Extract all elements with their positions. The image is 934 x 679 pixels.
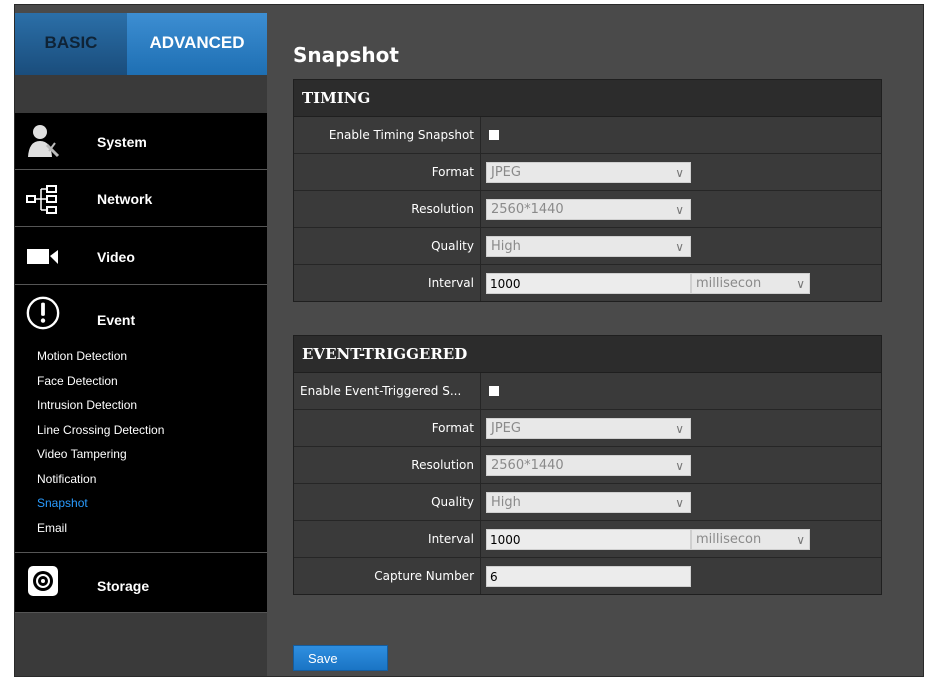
timing-enable-row: Enable Timing Snapshot bbox=[294, 117, 881, 154]
timing-interval-row: Interval 1000 millisecon ∨ bbox=[294, 265, 881, 301]
event-submenu: Motion Detection Face Detection Intrusio… bbox=[37, 349, 164, 545]
chevron-down-icon: ∨ bbox=[675, 496, 684, 510]
select-value: JPEG bbox=[491, 421, 521, 436]
chevron-down-icon: ∨ bbox=[675, 422, 684, 436]
main-content: Snapshot TIMING Enable Timing Snapshot F… bbox=[267, 13, 923, 676]
submenu-motion-detection[interactable]: Motion Detection bbox=[37, 349, 164, 374]
field-label: Quality bbox=[294, 484, 481, 520]
select-value: High bbox=[491, 495, 521, 510]
timing-format-row: Format JPEG ∨ bbox=[294, 154, 881, 191]
field-label: Interval bbox=[294, 521, 481, 557]
sidebar-item-label: Storage bbox=[97, 578, 150, 594]
field-label: Interval bbox=[294, 265, 481, 301]
section-heading-timing: TIMING bbox=[294, 80, 881, 117]
section-heading-event-triggered: EVENT-TRIGGERED bbox=[294, 336, 881, 373]
submenu-intrusion-detection[interactable]: Intrusion Detection bbox=[37, 398, 164, 423]
field-label: Enable Timing Snapshot bbox=[294, 117, 481, 153]
mode-tabs: BASIC ADVANCED bbox=[15, 13, 267, 91]
sidebar-item-label: Video bbox=[97, 249, 135, 265]
enable-timing-checkbox[interactable] bbox=[489, 130, 499, 140]
network-icon bbox=[25, 182, 61, 218]
tab-advanced[interactable]: ADVANCED bbox=[127, 13, 267, 91]
event-format-row: Format JPEG ∨ bbox=[294, 410, 881, 447]
event-format-select[interactable]: JPEG ∨ bbox=[486, 418, 691, 439]
submenu-email[interactable]: Email bbox=[37, 521, 164, 546]
field-label: Capture Number bbox=[294, 558, 481, 594]
field-label: Quality bbox=[294, 228, 481, 264]
sidebar-item-label: Network bbox=[97, 191, 153, 207]
event-interval-input[interactable]: 1000 bbox=[486, 529, 691, 550]
submenu-notification[interactable]: Notification bbox=[37, 472, 164, 497]
sidebar-item-label: System bbox=[97, 134, 147, 150]
event-quality-select[interactable]: High ∨ bbox=[486, 492, 691, 513]
submenu-snapshot[interactable]: Snapshot bbox=[37, 496, 164, 521]
sidebar-spacer bbox=[15, 75, 267, 113]
sidebar-item-network[interactable]: Network bbox=[15, 170, 267, 227]
chevron-down-icon: ∨ bbox=[796, 274, 805, 293]
chevron-down-icon: ∨ bbox=[675, 240, 684, 254]
select-value: JPEG bbox=[491, 165, 521, 180]
chevron-down-icon: ∨ bbox=[796, 530, 805, 549]
sidebar-item-label: Event bbox=[97, 312, 136, 328]
field-label: Resolution bbox=[294, 447, 481, 483]
event-enable-row: Enable Event-Triggered S... bbox=[294, 373, 881, 410]
sidebar-item-video[interactable]: Video bbox=[15, 227, 267, 285]
timing-section: TIMING Enable Timing Snapshot Format JPE… bbox=[293, 79, 882, 302]
alert-icon bbox=[25, 295, 61, 331]
enable-event-triggered-checkbox[interactable] bbox=[489, 386, 499, 396]
field-label: Enable Event-Triggered S... bbox=[294, 373, 481, 409]
timing-format-select[interactable]: JPEG ∨ bbox=[486, 162, 691, 183]
event-resolution-select[interactable]: 2560*1440 ∨ bbox=[486, 455, 691, 476]
timing-interval-unit-select[interactable]: millisecon ∨ bbox=[691, 273, 810, 294]
event-interval-unit-select[interactable]: millisecon ∨ bbox=[691, 529, 810, 550]
timing-resolution-row: Resolution 2560*1440 ∨ bbox=[294, 191, 881, 228]
event-interval-row: Interval 1000 millisecon ∨ bbox=[294, 521, 881, 558]
submenu-video-tampering[interactable]: Video Tampering bbox=[37, 447, 164, 472]
sidebar: BASIC ADVANCED System Network Video Even… bbox=[15, 13, 267, 676]
save-button[interactable]: Save bbox=[293, 645, 388, 671]
event-resolution-row: Resolution 2560*1440 ∨ bbox=[294, 447, 881, 484]
sidebar-item-event[interactable]: Event Motion Detection Face Detection In… bbox=[15, 285, 267, 553]
system-user-icon bbox=[25, 123, 61, 159]
select-value: millisecon bbox=[696, 276, 762, 291]
video-camera-icon bbox=[25, 239, 61, 275]
field-label: Resolution bbox=[294, 191, 481, 227]
event-triggered-section: EVENT-TRIGGERED Enable Event-Triggered S… bbox=[293, 335, 882, 595]
select-value: millisecon bbox=[696, 532, 762, 547]
sidebar-footer bbox=[15, 613, 267, 676]
timing-quality-row: Quality High ∨ bbox=[294, 228, 881, 265]
submenu-face-detection[interactable]: Face Detection bbox=[37, 374, 164, 399]
app-frame: BASIC ADVANCED System Network Video Even… bbox=[14, 4, 924, 677]
page-title: Snapshot bbox=[293, 43, 399, 67]
field-label: Format bbox=[294, 410, 481, 446]
select-value: High bbox=[491, 239, 521, 254]
timing-quality-select[interactable]: High ∨ bbox=[486, 236, 691, 257]
timing-resolution-select[interactable]: 2560*1440 ∨ bbox=[486, 199, 691, 220]
chevron-down-icon: ∨ bbox=[675, 459, 684, 473]
timing-interval-input[interactable]: 1000 bbox=[486, 273, 691, 294]
field-label: Format bbox=[294, 154, 481, 190]
storage-disk-icon bbox=[25, 563, 61, 599]
event-capture-row: Capture Number 6 bbox=[294, 558, 881, 594]
submenu-line-crossing-detection[interactable]: Line Crossing Detection bbox=[37, 423, 164, 448]
tab-basic[interactable]: BASIC bbox=[15, 13, 127, 75]
select-value: 2560*1440 bbox=[491, 458, 564, 473]
sidebar-item-storage[interactable]: Storage bbox=[15, 553, 267, 613]
capture-number-input[interactable]: 6 bbox=[486, 566, 691, 587]
chevron-down-icon: ∨ bbox=[675, 203, 684, 217]
sidebar-item-system[interactable]: System bbox=[15, 113, 267, 170]
select-value: 2560*1440 bbox=[491, 202, 564, 217]
chevron-down-icon: ∨ bbox=[675, 166, 684, 180]
event-quality-row: Quality High ∨ bbox=[294, 484, 881, 521]
